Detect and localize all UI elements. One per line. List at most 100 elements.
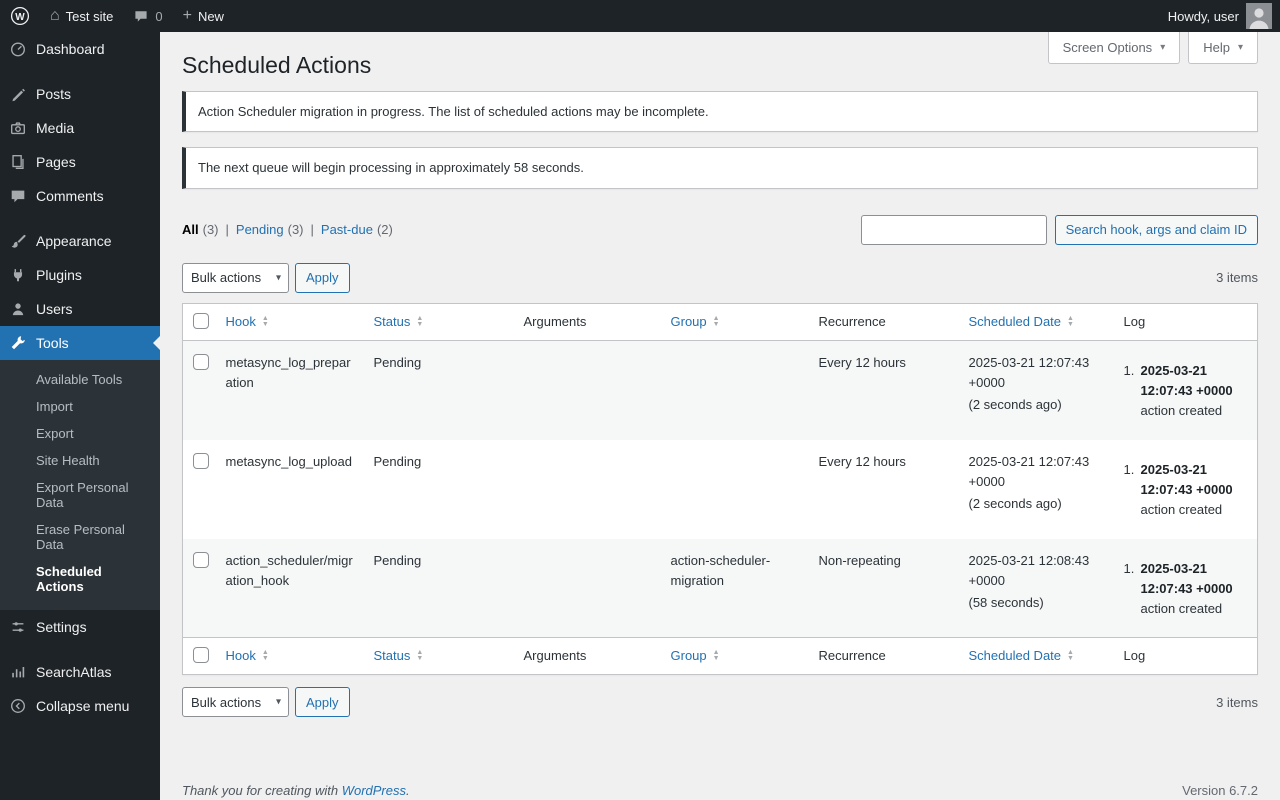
recurrence-cell: Every 12 hours [818, 355, 906, 371]
log-index: 1. [1123, 461, 1135, 477]
queue-notice: The next queue will begin processing in … [182, 147, 1258, 189]
log-text: action created [1140, 403, 1223, 419]
collapse-menu-button[interactable]: Collapse menu [0, 689, 160, 723]
searchatlas-icon [8, 662, 28, 682]
sort-icon: ▲ ▼ [712, 314, 720, 328]
help-label: Help [1203, 40, 1230, 55]
new-content-link[interactable]: + New [173, 0, 234, 32]
filter-past-due: Past-due (2) [321, 222, 393, 237]
pages-icon [8, 152, 28, 172]
row-checkbox[interactable] [193, 551, 209, 568]
row-checkbox[interactable] [193, 354, 209, 371]
sidebar-item-label: Pages [36, 154, 76, 170]
sidebar-item-label: Tools [36, 335, 69, 351]
scheduled-date: 2025-03-21 12:07:43 +0000 [968, 355, 1090, 391]
plus-icon: + [182, 7, 192, 24]
group-cell [661, 440, 809, 539]
users-icon [8, 299, 28, 319]
select-all-checkbox[interactable] [193, 647, 209, 664]
status-cell: Pending [373, 552, 422, 568]
footer-column-header-arguments: Arguments [513, 637, 661, 675]
sort-scheduled-date-link[interactable]: Scheduled Date ▲ ▼ [969, 312, 1074, 332]
sidebar-item-label: Dashboard [36, 41, 105, 57]
comments-bubble-icon [133, 8, 149, 24]
tools-icon [8, 333, 28, 353]
row-checkbox[interactable] [193, 452, 209, 469]
column-header-arguments: Arguments [513, 303, 661, 342]
column-header-group: Group ▲ ▼ [660, 303, 809, 342]
apply-button[interactable]: Apply [295, 262, 350, 293]
items-count: 3 items [1216, 270, 1258, 286]
log-date: 2025-03-21 12:07:43 +0000 [1140, 560, 1233, 596]
submenu-item-export-personal-data[interactable]: Export Personal Data [0, 474, 160, 516]
filter-past-due-link[interactable]: Past-due [321, 222, 373, 237]
sort-group-link[interactable]: Group ▲ ▼ [671, 312, 720, 332]
my-account-link[interactable]: Howdy, user [1168, 0, 1280, 32]
help-button[interactable]: Help ▾ [1188, 32, 1258, 64]
search-input[interactable] [860, 214, 1047, 245]
select-all-checkbox[interactable] [193, 312, 209, 329]
appearance-icon [8, 231, 28, 251]
filter-all-link[interactable]: All [182, 222, 199, 237]
sidebar-item-label: Settings [36, 619, 87, 635]
sort-icon: ▲ ▼ [1067, 314, 1074, 328]
sort-scheduled-date-link[interactable]: Scheduled Date ▲ ▼ [969, 646, 1074, 666]
sidebar-item-users[interactable]: Users [0, 292, 160, 326]
sidebar-item-label: Collapse menu [36, 698, 130, 714]
sidebar-item-comments[interactable]: Comments [0, 179, 160, 213]
screen-meta-links: Screen Options ▾ Help ▾ [1047, 32, 1258, 64]
submenu-item-site-health[interactable]: Site Health [0, 447, 160, 474]
filter-pending-count: (3) [287, 222, 304, 238]
sort-icon: ▲ ▼ [712, 649, 720, 663]
settings-icon [8, 617, 28, 637]
sort-status-link[interactable]: Status ▲ ▼ [374, 312, 424, 332]
sidebar-item-tools[interactable]: Tools [0, 326, 160, 360]
media-icon [8, 118, 28, 138]
bulk-actions-select[interactable]: Bulk actions [182, 687, 289, 718]
sidebar-item-media[interactable]: Media [0, 111, 160, 145]
submenu-item-export[interactable]: Export [0, 420, 160, 447]
column-header-label: Hook [225, 313, 256, 329]
posts-icon [8, 84, 28, 104]
submenu-item-erase-personal-data[interactable]: Erase Personal Data [0, 516, 160, 558]
sidebar-item-plugins[interactable]: Plugins [0, 258, 160, 292]
sidebar-item-dashboard[interactable]: Dashboard [0, 32, 160, 66]
comments-icon [8, 186, 28, 206]
sidebar-item-posts[interactable]: Posts [0, 77, 160, 111]
scheduled-actions-table: Hook ▲ ▼ Status ▲ ▼ Arguments Group ▲ ▼ … [182, 302, 1258, 676]
sort-status-link[interactable]: Status ▲ ▼ [374, 646, 424, 666]
sidebar-item-settings[interactable]: Settings [0, 610, 160, 644]
sort-icon: ▲ ▼ [416, 649, 424, 663]
comments-count: 0 [155, 8, 163, 24]
admin-sidebar: Dashboard Posts Media Pages Comments App… [0, 32, 160, 800]
bulk-actions-select[interactable]: Bulk actions [182, 262, 289, 293]
wordpress-logo-button[interactable]: W [0, 0, 40, 32]
wordpress-link[interactable]: WordPress [342, 783, 406, 798]
search-submit-button[interactable]: Search hook, args and claim ID [1054, 214, 1258, 245]
submenu-item-available-tools[interactable]: Available Tools [0, 366, 160, 393]
site-name-link[interactable]: ⌂ Test site [40, 0, 123, 32]
tablenav-bottom: Bulk actions ▾ Apply 3 items [182, 687, 1258, 718]
sort-icon: ▲ ▼ [1067, 649, 1074, 663]
hook-cell: metasync_log_upload [225, 453, 352, 469]
screen-options-button[interactable]: Screen Options ▾ [1047, 32, 1181, 64]
filter-pending: Pending (3) | [236, 222, 321, 237]
collapse-arrow-icon [8, 696, 28, 716]
sort-hook-link[interactable]: Hook ▲ ▼ [226, 312, 269, 332]
sidebar-item-appearance[interactable]: Appearance [0, 224, 160, 258]
submenu-item-scheduled-actions[interactable]: Scheduled Actions [0, 558, 160, 600]
filter-pending-link[interactable]: Pending [236, 222, 284, 237]
sort-icon: ▲ ▼ [261, 314, 269, 328]
footer-column-header-scheduled-date: Scheduled Date ▲ ▼ [958, 637, 1114, 675]
sidebar-item-pages[interactable]: Pages [0, 145, 160, 179]
dashboard-icon [8, 39, 28, 59]
filter-all-count: (3) [202, 222, 219, 238]
recurrence-cell: Every 12 hours [818, 453, 906, 469]
sort-group-link[interactable]: Group ▲ ▼ [671, 646, 720, 666]
submenu-item-import[interactable]: Import [0, 393, 160, 420]
sidebar-item-searchatlas[interactable]: SearchAtlas [0, 655, 160, 689]
sort-hook-link[interactable]: Hook ▲ ▼ [226, 646, 269, 666]
apply-button[interactable]: Apply [295, 687, 350, 718]
comments-link[interactable]: 0 [123, 0, 172, 32]
scheduled-date-cell: 2025-03-21 12:07:43 +0000 (2 seconds ago… [959, 341, 1114, 440]
